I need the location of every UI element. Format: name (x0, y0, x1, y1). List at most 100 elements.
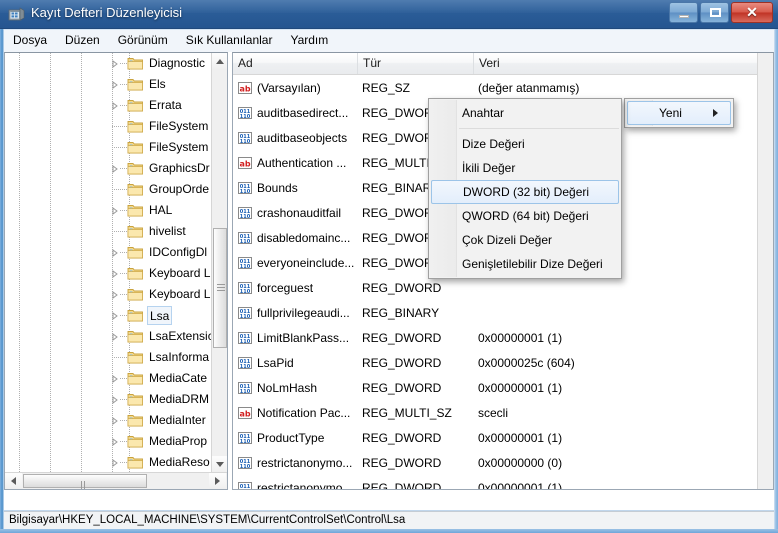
tree-item-errata[interactable]: Errata (5, 95, 213, 116)
tree-scroll-right-button[interactable] (209, 473, 226, 489)
menu-item-label: İkili Değer (462, 161, 516, 175)
registry-value-row[interactable]: ab Notification Pac... REG_MULTI_SZ scecli (233, 401, 773, 426)
tree-item-els[interactable]: Els (5, 74, 213, 95)
tree-vertical-scrollbar[interactable] (211, 53, 227, 473)
expand-arrow-icon[interactable] (111, 417, 119, 425)
tree-horizontal-scrollbar[interactable] (5, 472, 227, 489)
registry-editor-window: Kayıt Defteri Düzenleyicisi ✕ Dosya Düzen… (0, 0, 778, 533)
binary-value-icon: 011110 (238, 307, 252, 320)
expand-arrow-icon[interactable] (111, 312, 119, 320)
menu-yardim[interactable]: Yardım (281, 30, 337, 50)
chevron-left-icon (11, 477, 16, 485)
expand-arrow-icon[interactable] (111, 165, 119, 173)
menu-item-geni-letilebilir-dize-de-eri[interactable]: Genişletilebilir Dize Değeri (429, 252, 621, 276)
value-data: 0x00000001 (1) (478, 381, 563, 395)
tree-item-filesystem[interactable]: FileSystem (5, 116, 213, 137)
expand-arrow-icon[interactable] (111, 60, 119, 68)
tree-item-lsaextensic[interactable]: LsaExtensic (5, 326, 213, 347)
folder-icon (127, 247, 143, 259)
expand-arrow-icon[interactable] (111, 102, 119, 110)
menu-item-dize-de-eri[interactable]: Dize Değeri (429, 132, 621, 156)
expand-arrow-icon[interactable] (111, 270, 119, 278)
value-data: scecli (478, 406, 509, 420)
status-bar: Bilgisayar\HKEY_LOCAL_MACHINE\SYSTEM\Cur… (4, 511, 774, 529)
value-type: REG_DWORD (362, 381, 442, 395)
scrollbar-grip-icon (217, 284, 225, 292)
menu-duzen[interactable]: Düzen (56, 30, 109, 50)
tree-item-filesystem[interactable]: FileSystem (5, 137, 213, 158)
expand-arrow-icon[interactable] (111, 291, 119, 299)
svg-text:110: 110 (240, 464, 251, 470)
registry-value-row[interactable]: 011 110 ProductType REG_DWORD 0x00000001 (1) (233, 426, 773, 451)
tree-item-mediadrm[interactable]: MediaDRM (5, 389, 213, 410)
value-data: 0x00000000 (0) (478, 456, 563, 470)
column-header-name[interactable]: Ad (233, 53, 358, 74)
menu-item-qword-64-bit-de-eri[interactable]: QWORD (64 bit) Değeri (429, 204, 621, 228)
menu-item-anahtar[interactable]: Anahtar (429, 101, 621, 125)
registry-value-row[interactable]: 011 110 LsaPid REG_DWORD 0x0000025c (604) (233, 351, 773, 376)
maximize-button[interactable] (700, 2, 729, 23)
tree-scroll-up-button[interactable] (212, 53, 227, 70)
expand-arrow-icon[interactable] (111, 81, 119, 89)
context-menu-new-submenu[interactable]: Anahtar Dize Değeri İkili Değer DWORD (32 b… (428, 98, 622, 279)
tree-scrollbar-thumb[interactable] (213, 228, 227, 348)
tree-item-label: LsaExtensic (149, 329, 213, 343)
registry-value-row[interactable]: 011 110 fullprivilegeaudi... REG_BINARY (233, 301, 773, 326)
expand-arrow-icon[interactable] (111, 207, 119, 215)
menu-dosya[interactable]: Dosya (4, 30, 56, 50)
window-title: Kayıt Defteri Düzenleyicisi (31, 5, 182, 20)
title-bar[interactable]: Kayıt Defteri Düzenleyicisi ✕ (0, 0, 778, 29)
registry-tree-pane[interactable]: Diagnostic Els Errata FileSystem FileSystem G… (4, 52, 228, 490)
menu-item-ok-dizeli-de-er[interactable]: Çok Dizeli Değer (429, 228, 621, 252)
minimize-button[interactable] (669, 2, 698, 23)
tree-item-mediacate[interactable]: MediaCate (5, 368, 213, 389)
expand-arrow-icon[interactable] (111, 375, 119, 383)
registry-value-row[interactable]: 011 110 restrictanonymo... REG_DWORD 0x00000… (233, 476, 773, 490)
value-name: everyoneinclude... (257, 256, 355, 270)
tree-item-idconfigdl[interactable]: IDConfigDl (5, 242, 213, 263)
string-value-icon: ab (238, 82, 252, 94)
tree-scroll-left-button[interactable] (5, 473, 22, 489)
folder-icon (127, 79, 143, 91)
tree-item-keyboard-l[interactable]: Keyboard L (5, 263, 213, 284)
tree-hscrollbar-thumb[interactable] (23, 474, 147, 489)
tree-item-graphicsdr[interactable]: GraphicsDr (5, 158, 213, 179)
expand-arrow-icon[interactable] (111, 459, 119, 467)
expand-arrow-icon[interactable] (111, 396, 119, 404)
tree-item-lsa[interactable]: Lsa (5, 305, 213, 326)
tree-item-hal[interactable]: HAL (5, 200, 213, 221)
tree-scroll-down-button[interactable] (212, 456, 227, 473)
chevron-up-icon (216, 59, 224, 64)
tree-item-label: Lsa (147, 306, 173, 325)
registry-value-row[interactable]: 011 110 restrictanonymo... REG_DWORD 0x00000… (233, 451, 773, 476)
tree-item-lsainforma[interactable]: LsaInforma (5, 347, 213, 368)
tree-item-label: Keyboard L (149, 287, 211, 301)
registry-value-row[interactable]: 011 110 NoLmHash REG_DWORD 0x00000001 (1) (233, 376, 773, 401)
value-type: REG_DWORD (362, 481, 442, 490)
column-header-data[interactable]: Veri (474, 53, 773, 74)
tree-item-mediaprop[interactable]: MediaProp (5, 431, 213, 452)
list-vertical-scrollbar[interactable] (757, 53, 773, 489)
expand-arrow-icon[interactable] (111, 333, 119, 341)
binary-value-icon: 011110 (238, 132, 252, 145)
menu-gorunum[interactable]: Görünüm (109, 30, 177, 50)
expand-arrow-icon[interactable] (111, 438, 119, 446)
tree-item-mediainter[interactable]: MediaInter (5, 410, 213, 431)
tree-item-mediareso[interactable]: MediaReso (5, 452, 213, 473)
tree-item-label: GroupOrde (149, 182, 210, 196)
registry-value-row[interactable]: 011 110 LimitBlankPass... REG_DWORD 0x000000… (233, 326, 773, 351)
menu-sik-kullanilanlar[interactable]: Sık Kullanılanlar (177, 30, 282, 50)
binary-value-icon: 011110 (238, 107, 252, 120)
tree-item-hivelist[interactable]: hivelist (5, 221, 213, 242)
tree-item-grouporde[interactable]: GroupOrde (5, 179, 213, 200)
tree-item-keyboard-l[interactable]: Keyboard L (5, 284, 213, 305)
context-menu-parent[interactable]: Yeni (624, 98, 734, 128)
menu-item-yeni[interactable]: Yeni (627, 101, 731, 125)
menu-item-i-kili-de-er[interactable]: İkili Değer (429, 156, 621, 180)
close-button[interactable]: ✕ (731, 2, 773, 23)
menu-item-dword-32-bit-de-eri[interactable]: DWORD (32 bit) Değeri (431, 180, 619, 204)
tree-item-diagnostic[interactable]: Diagnostic (5, 53, 213, 74)
expand-arrow-icon[interactable] (111, 249, 119, 257)
column-header-type[interactable]: Tür (358, 53, 474, 74)
registry-value-row[interactable]: 011 110 forceguest REG_DWORD (233, 276, 773, 301)
